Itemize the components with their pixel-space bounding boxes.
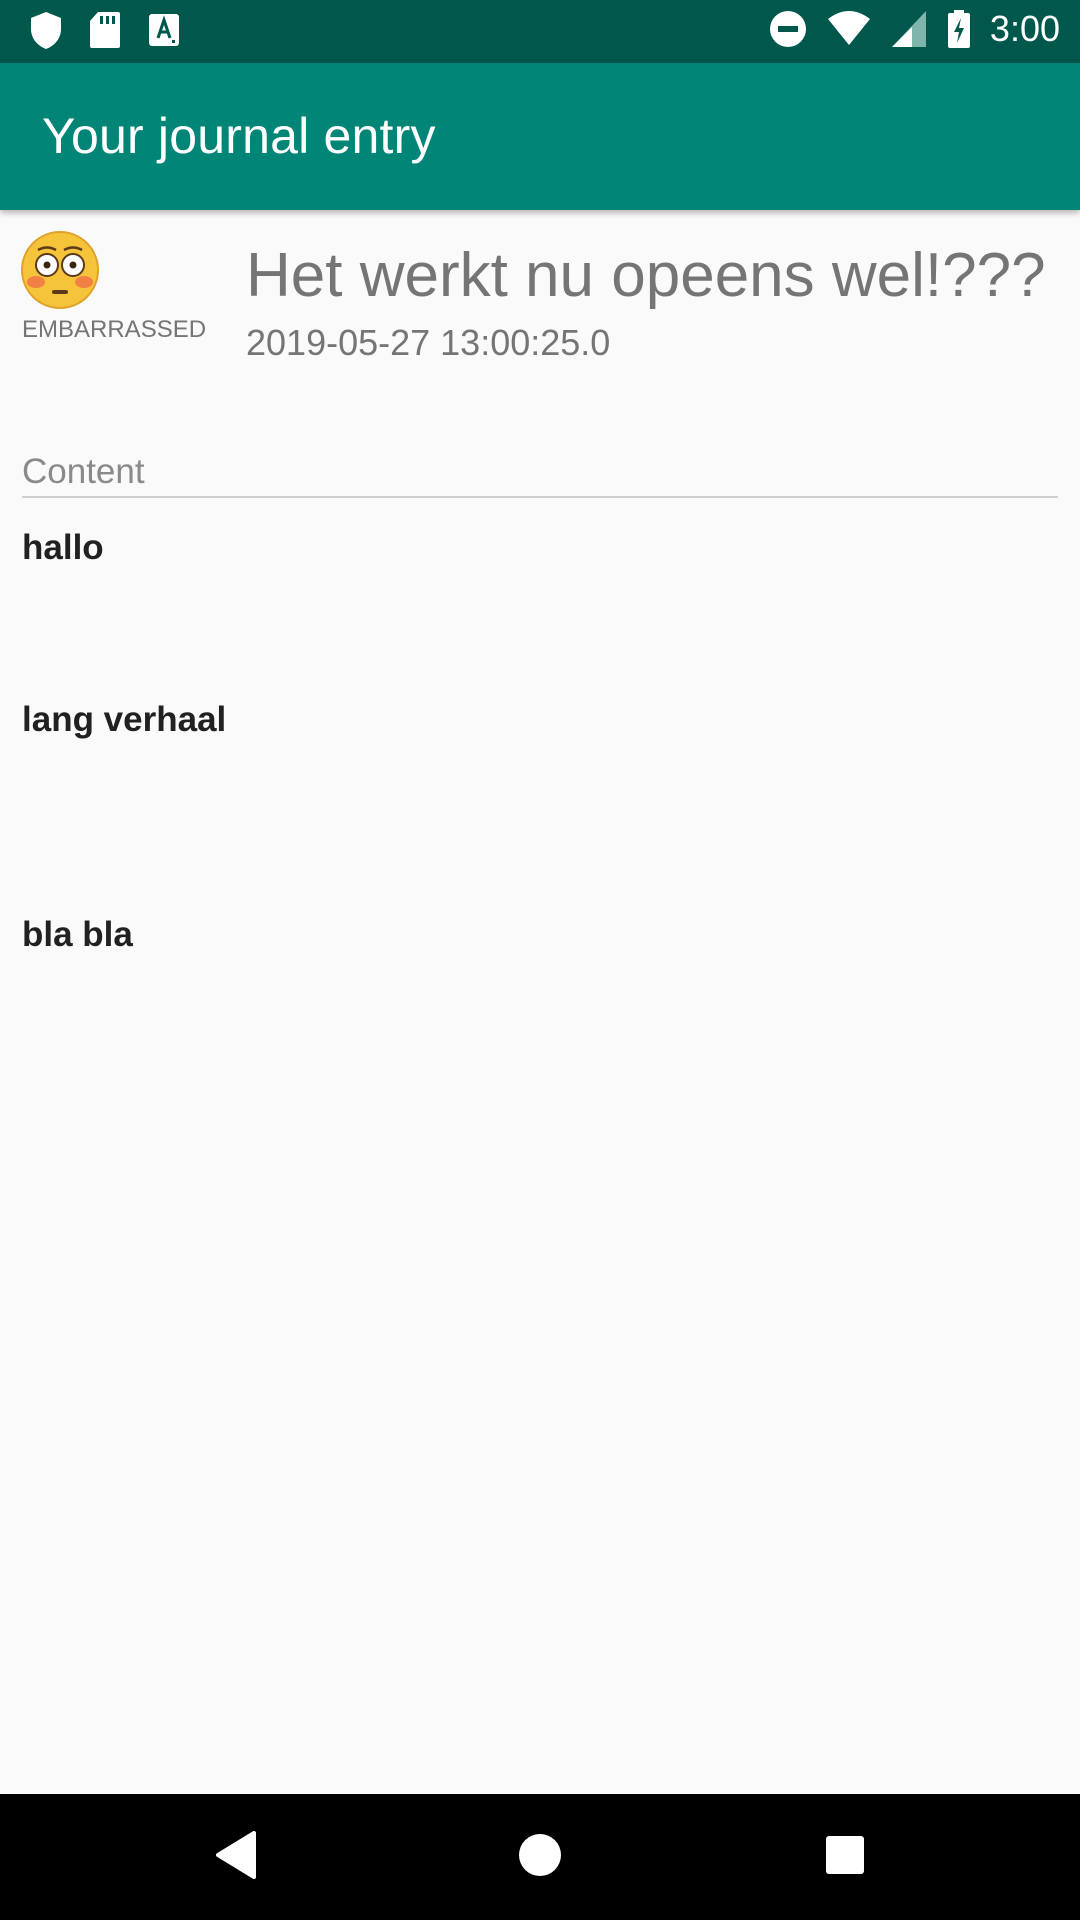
embarrassed-face-emoji (21, 231, 99, 309)
content-divider (22, 496, 1058, 498)
shield-icon (31, 12, 61, 49)
home-icon[interactable] (518, 1830, 562, 1880)
entry-date: 2019-05-27 13:00:25.0 (246, 322, 611, 363)
app-bar: Your journal entry (0, 63, 1080, 210)
signal-icon (891, 11, 926, 47)
journal-entry-detail: EMBARRASSED Het werkt nu opeens wel!??? … (0, 210, 1080, 1794)
content-line: bla bla (22, 915, 133, 954)
recents-icon[interactable] (824, 1830, 866, 1880)
wifi-icon (827, 11, 870, 45)
clock: 3:00 (989, 8, 1060, 49)
status-right-icons: 3:00 (768, 8, 1060, 50)
entry-title: Het werkt nu opeens wel!??? (246, 241, 1046, 310)
navigation-bar (0, 1794, 1080, 1920)
content-line: lang verhaal (22, 700, 227, 739)
content-label: Content (22, 452, 145, 491)
sd-card-icon (90, 12, 120, 48)
status-left-icons (28, 10, 182, 50)
status-bar: 3:00 (0, 0, 1080, 63)
text-badge-icon (149, 14, 179, 46)
page-title: Your journal entry (42, 108, 436, 164)
back-icon[interactable] (214, 1830, 258, 1880)
do-not-disturb-icon (769, 11, 806, 47)
battery-charging-icon (947, 10, 970, 48)
mood-label: EMBARRASSED (22, 316, 207, 343)
content-line: hallo (22, 528, 104, 567)
